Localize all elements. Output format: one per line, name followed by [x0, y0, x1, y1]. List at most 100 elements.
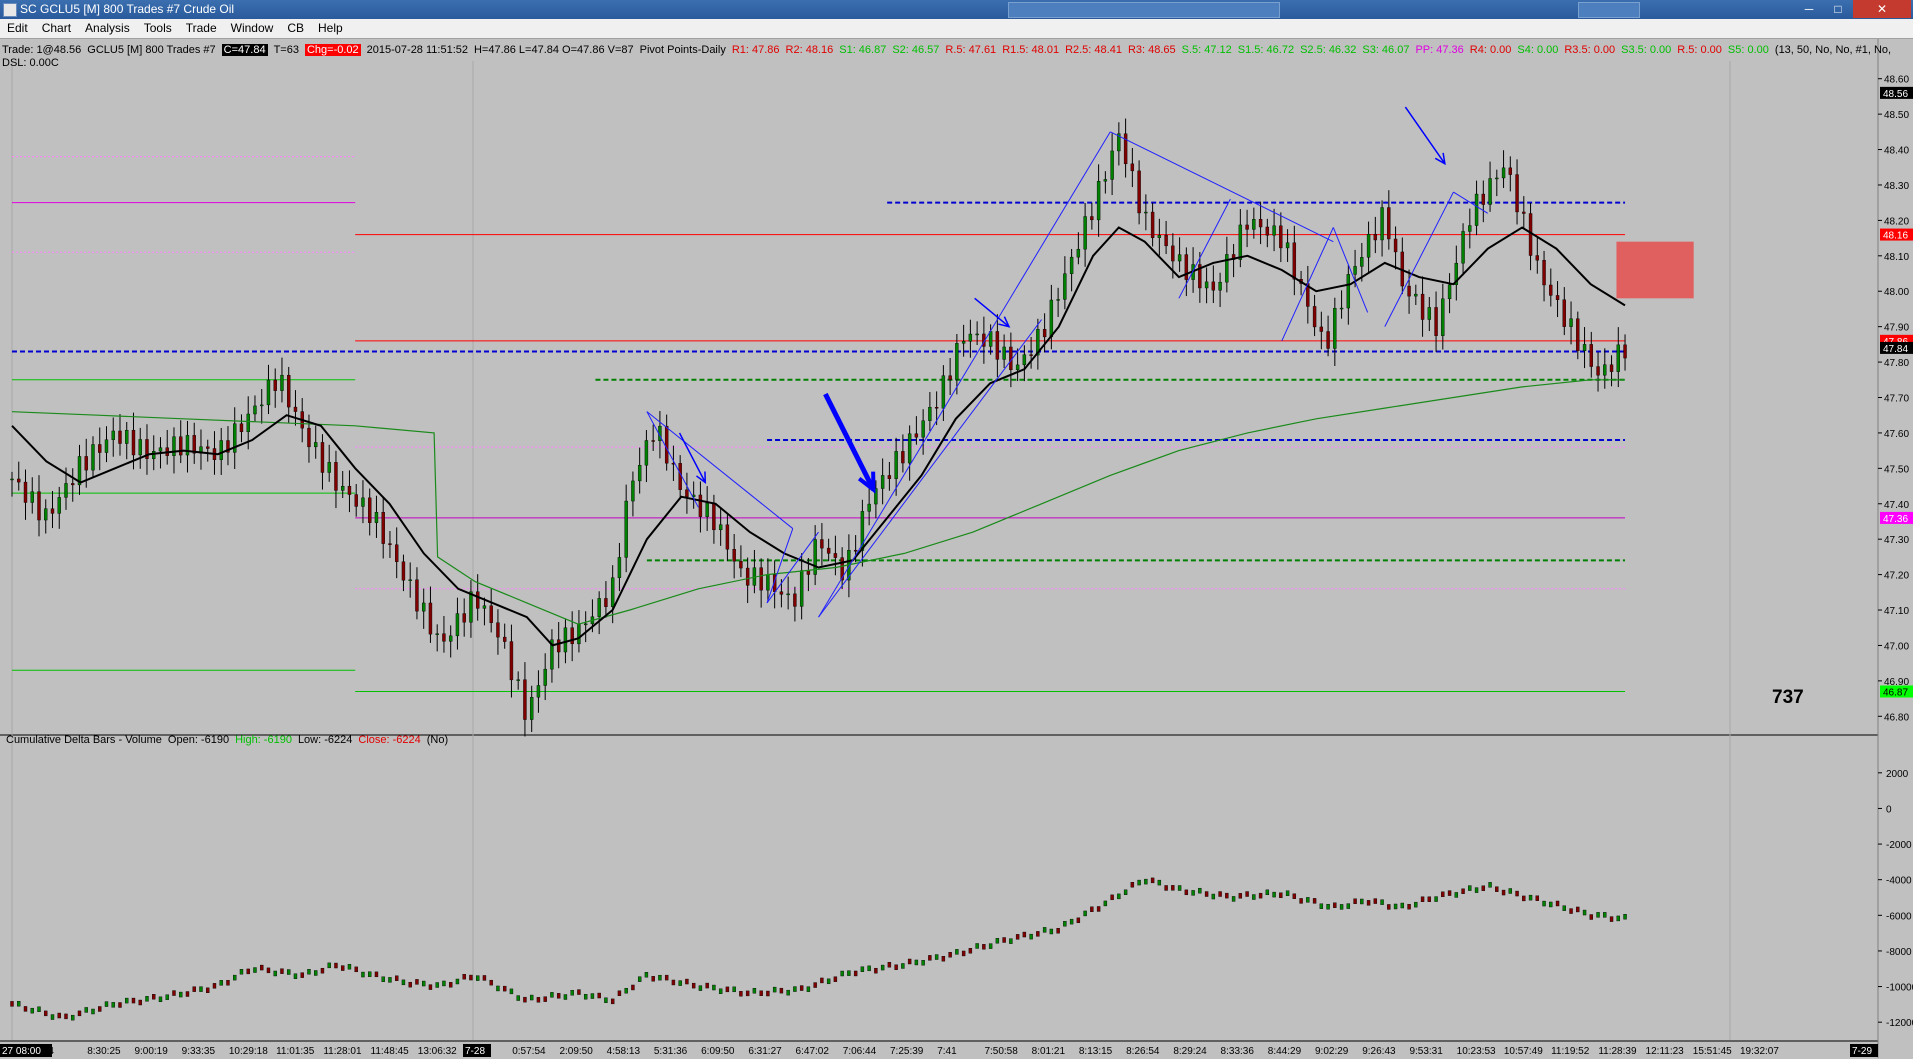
price-chart[interactable]: 48.60 48.50 48.40 48.30 48.20 48.10 48.00 47.90…: [0, 39, 1913, 1059]
price-tag-label: 46.87: [1883, 687, 1908, 698]
delta-bar: [759, 990, 763, 996]
candle-body: [273, 379, 277, 391]
delta-bar: [1177, 885, 1182, 891]
delta-bar: [698, 985, 703, 991]
price-tick-label: 48.50: [1884, 110, 1909, 121]
candle-body: [394, 544, 399, 562]
delta-bar: [1090, 906, 1094, 913]
menu-analysis[interactable]: Analysis: [78, 19, 137, 38]
price-tick-label: 47.20: [1884, 571, 1909, 582]
delta-bar: [1191, 890, 1195, 896]
delta-bar: [685, 978, 689, 985]
candle-body: [421, 602, 426, 612]
candle-body: [1029, 354, 1033, 356]
candle-body: [1096, 181, 1101, 221]
delta-bar: [1549, 901, 1553, 908]
candle-body: [1245, 224, 1249, 230]
candle-body: [361, 497, 365, 507]
candle-body: [1623, 344, 1627, 359]
delta-bar: [1488, 882, 1492, 888]
time-axis-label: 11:48:45: [371, 1046, 410, 1057]
pivot-value: PP: 47.36: [1415, 44, 1464, 56]
candle-body: [766, 574, 770, 591]
menu-trade[interactable]: Trade: [179, 19, 224, 38]
delta-bar: [664, 974, 669, 981]
candle-body: [1123, 133, 1128, 165]
delta-bar: [1042, 927, 1047, 933]
time-axis-label: 7:50:58: [984, 1046, 1018, 1057]
candle-body: [502, 636, 507, 642]
candle-body: [941, 375, 946, 409]
price-tick-label: 47.60: [1884, 429, 1909, 440]
candle-body: [30, 491, 34, 503]
delta-bar: [604, 997, 608, 1003]
delta-bar: [1103, 900, 1108, 907]
candle-body: [570, 627, 574, 645]
maximize-button[interactable]: □: [1824, 0, 1852, 18]
time-axis-label: 6:09:50: [701, 1046, 735, 1057]
delta-bar: [1400, 902, 1405, 909]
candle-body: [347, 486, 352, 495]
candle-body: [341, 486, 345, 491]
close-button[interactable]: ✕: [1853, 0, 1911, 18]
delta-bar: [1204, 891, 1209, 897]
app-icon: [3, 3, 17, 17]
delta-bar: [1272, 891, 1276, 898]
delta-bar: [1312, 898, 1317, 904]
menu-tools[interactable]: Tools: [137, 19, 179, 38]
minimize-button[interactable]: ─: [1795, 0, 1823, 18]
menu-chart[interactable]: Chart: [35, 19, 78, 38]
time-axis-label: 6:31:27: [748, 1046, 782, 1057]
candle-body: [98, 444, 102, 453]
candle-body: [631, 480, 635, 502]
candle-body: [1407, 285, 1411, 297]
candle-body: [442, 633, 446, 642]
candle-body: [1022, 354, 1027, 366]
delta-bar: [152, 994, 156, 1000]
delta-bar: [455, 978, 460, 985]
window-titlebar[interactable]: SC GCLU5 [M] 800 Trades #7 Crude Oil ─ □…: [0, 0, 1913, 19]
price-tick-label: 47.10: [1884, 606, 1909, 617]
candle-body: [1326, 331, 1330, 349]
candle-body: [91, 444, 95, 471]
candle-body: [1549, 284, 1553, 296]
annotation-arrowhead: [1434, 152, 1446, 166]
chart-area[interactable]: 48.60 48.50 48.40 48.30 48.20 48.10 48.00 47.90…: [0, 39, 1913, 1059]
menu-cb[interactable]: CB: [280, 19, 311, 38]
delta-bar: [1616, 915, 1620, 922]
candle-body: [455, 613, 460, 637]
pivot-value: R4: 0.00: [1469, 44, 1512, 56]
candle-body: [806, 570, 811, 575]
pivot-value: (13, 50, No, No, #1, No,: [1774, 44, 1892, 56]
time-axis-label: 8:33:36: [1221, 1046, 1255, 1057]
delta-bar: [624, 987, 628, 994]
trendline: [1332, 227, 1369, 313]
candle-body: [1049, 299, 1054, 338]
delta-bar: [84, 1007, 88, 1013]
candle-body: [1474, 193, 1479, 226]
tick-value: T=63: [273, 44, 299, 56]
delta-bar: [273, 970, 277, 977]
delta-bar: [293, 973, 298, 979]
delta-bar: [1015, 934, 1020, 940]
delta-bar: [1245, 891, 1249, 897]
delta-bar: [320, 967, 325, 974]
delta-bar: [874, 967, 878, 974]
candle-body: [327, 462, 331, 473]
delta-bar: [1414, 901, 1418, 908]
delta-bar: [10, 1001, 14, 1007]
candle-body: [1285, 242, 1290, 249]
menu-help[interactable]: Help: [311, 19, 350, 38]
delta-study-name: Cumulative Delta Bars - Volume: [6, 734, 162, 746]
candle-body: [1569, 318, 1573, 327]
candle-body: [759, 567, 763, 591]
time-axis-label: 9:33:35: [182, 1046, 216, 1057]
menu-window[interactable]: Window: [224, 19, 281, 38]
delta-bar: [401, 979, 406, 986]
candle-body: [280, 374, 284, 391]
menu-edit[interactable]: Edit: [0, 19, 35, 38]
delta-tick-label: -2000: [1886, 840, 1912, 851]
candle-body: [1157, 235, 1162, 238]
delta-bar: [475, 975, 480, 981]
candle-body: [1616, 344, 1620, 372]
